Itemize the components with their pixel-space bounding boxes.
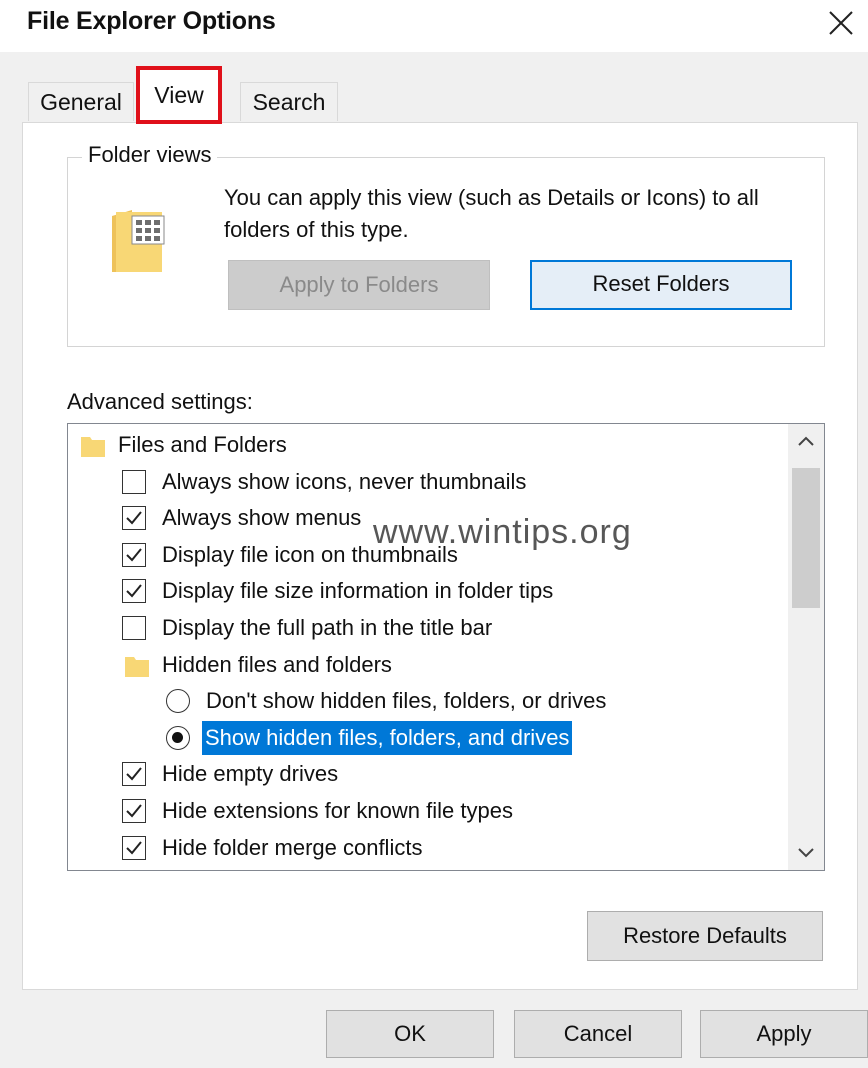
view-tab-panel: Folder views You can apply this view (su… [22, 122, 858, 990]
tab-general[interactable]: General [28, 82, 134, 121]
ok-button[interactable]: OK [326, 1010, 494, 1058]
scroll-up-icon[interactable] [788, 424, 824, 458]
tree-item-label: Display file size information in folder … [162, 578, 554, 604]
apply-to-folders-button[interactable]: Apply to Folders [228, 260, 490, 310]
tree-item-label: Show hidden files, folders, and drives [202, 720, 573, 755]
cancel-button[interactable]: Cancel [514, 1010, 682, 1058]
scrollbar-thumb[interactable] [792, 468, 820, 608]
folder-icon [81, 437, 105, 457]
reset-folders-button[interactable]: Reset Folders [530, 260, 792, 310]
apply-button[interactable]: Apply [700, 1010, 868, 1058]
checkbox-checked-icon[interactable] [122, 799, 146, 823]
radio-selected-icon[interactable] [166, 725, 190, 750]
tree-item-label: Always show icons, never thumbnails [162, 468, 527, 494]
tab-view[interactable]: View [136, 66, 222, 124]
checkbox-checked-icon[interactable] [122, 506, 146, 531]
close-icon [829, 11, 853, 35]
tree-item-label: Hide extensions for known file types [162, 798, 513, 823]
folder-views-icon [112, 210, 165, 272]
advanced-settings-label: Advanced settings: [67, 389, 253, 414]
folder-icon [125, 656, 149, 677]
tree-item-label: Hidden files and folders [162, 651, 392, 677]
radio-unselected-icon[interactable] [166, 689, 190, 714]
tree-item-label: Hide empty drives [162, 761, 339, 787]
advanced-settings-tree[interactable]: Files and Folders Always show icons, neve… [67, 423, 825, 871]
checkbox-unchecked-icon[interactable] [122, 616, 146, 640]
checkbox-unchecked-icon[interactable] [122, 469, 146, 494]
tab-search[interactable]: Search [240, 82, 338, 121]
tree-item-label: Display the full path in the title bar [162, 615, 493, 640]
folder-views-legend: Folder views [82, 142, 218, 168]
tree-item-label: Files and Folders [118, 432, 287, 457]
restore-defaults-button[interactable]: Restore Defaults [587, 911, 823, 961]
folder-views-group: Folder views You can apply this view (su… [67, 142, 825, 347]
title-bar: File Explorer Options [0, 0, 868, 52]
vertical-scrollbar[interactable] [788, 424, 824, 870]
tree-item-label: Don't show hidden files, folders, or dri… [206, 688, 607, 714]
checkbox-checked-icon[interactable] [122, 542, 146, 567]
folder-views-description: You can apply this view (such as Details… [224, 185, 759, 242]
tree-item-label: Hide folder merge conflicts [162, 834, 423, 860]
scroll-down-icon[interactable] [788, 836, 824, 870]
watermark: www.wintips.org [373, 513, 632, 551]
window-title: File Explorer Options [27, 7, 276, 35]
tree-item-label: Always show menus [162, 505, 362, 531]
close-button[interactable] [808, 0, 868, 50]
checkbox-checked-icon[interactable] [122, 762, 146, 787]
checkbox-checked-icon[interactable] [122, 835, 146, 860]
checkbox-checked-icon[interactable] [122, 579, 146, 604]
